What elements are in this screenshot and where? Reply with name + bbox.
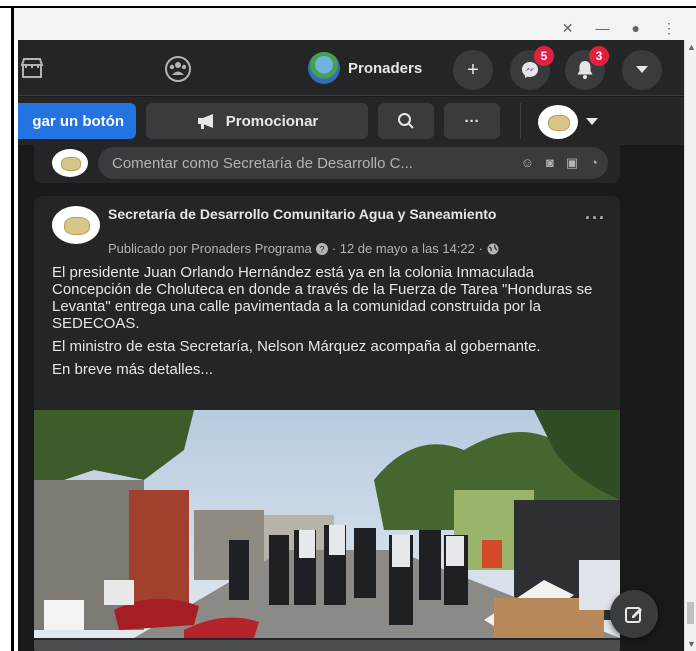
notifications-button[interactable]: 3 — [565, 46, 609, 90]
promote-button[interactable]: Promocionar — [146, 103, 368, 139]
acting-as-switcher[interactable] — [538, 105, 604, 139]
gif-icon[interactable]: ▣ — [566, 155, 578, 171]
page-name: Pronaders — [348, 59, 423, 77]
additional-photos-strip[interactable] — [34, 640, 620, 651]
caret-down-icon — [636, 66, 648, 73]
marketplace-icon[interactable] — [18, 54, 46, 82]
post-paragraph: El ministro de esta Secretaría, Nelson M… — [52, 338, 541, 355]
top-navigation: Pronaders + 5 3 — [18, 40, 684, 96]
facebook-viewport: Pronaders + 5 3 gar un botón Promocionar — [18, 40, 684, 651]
svg-text:?: ? — [319, 244, 324, 254]
toolbar-divider — [520, 103, 521, 139]
compose-icon — [625, 607, 642, 623]
caret-down-icon — [586, 118, 598, 125]
scroll-up-arrow-icon[interactable]: ▲ — [687, 42, 696, 52]
commenter-avatar — [52, 149, 88, 177]
search-button[interactable] — [378, 103, 434, 139]
post-paragraph: En breve más detalles... — [52, 361, 213, 378]
post-options-button[interactable]: ··· — [585, 208, 606, 229]
browser-chrome: ✕ — ● ⋮ — [14, 8, 696, 40]
more-options-button[interactable]: ··· — [444, 103, 500, 139]
account-menu-button[interactable] — [622, 50, 662, 90]
search-icon — [398, 113, 414, 129]
extension-icon[interactable]: ✕ — [562, 20, 574, 37]
kebab-icon[interactable]: ⋮ — [662, 20, 676, 37]
secretaria-seal-avatar — [538, 105, 578, 139]
post-date[interactable]: · 12 de mayo a las 14:22 · — [332, 241, 483, 256]
megaphone-icon — [197, 114, 213, 129]
help-icon[interactable]: ? — [315, 242, 328, 255]
frame-border — [11, 6, 14, 651]
post-meta: Publicado por Pronaders Programa ? · 12 … — [108, 241, 499, 256]
create-button[interactable]: + — [453, 50, 493, 90]
notifications-badge: 3 — [589, 46, 609, 66]
feed-post: Secretaría de Desarrollo Comunitario Agu… — [34, 196, 620, 651]
messenger-button[interactable]: 5 — [510, 46, 554, 90]
comment-composer: Comentar como Secretaría de Desarrollo C… — [34, 145, 620, 183]
post-author[interactable]: Secretaría de Desarrollo Comunitario Agu… — [108, 206, 508, 223]
author-avatar[interactable] — [52, 206, 100, 244]
add-button[interactable]: gar un botón — [18, 103, 136, 139]
post-paragraph: El presidente Juan Orlando Hernández est… — [52, 264, 593, 332]
screenshot-frame: ✕ — ● ⋮ Pronaders + 5 3 gar un botón Pro… — [0, 0, 696, 651]
messenger-badge: 5 — [534, 46, 554, 66]
post-body: El presidente Juan Orlando Hernández est… — [52, 264, 608, 384]
more-options-label: ··· — [464, 112, 480, 130]
scroll-down-arrow-icon[interactable]: ▼ — [687, 639, 696, 649]
promote-label: Promocionar — [225, 112, 319, 130]
scroll-thumb[interactable] — [687, 602, 694, 624]
post-publisher[interactable]: Publicado por Pronaders Programa — [108, 241, 312, 256]
tab-icon[interactable]: — — [596, 20, 610, 37]
profile-icon[interactable]: ● — [632, 20, 640, 37]
page-switcher[interactable]: Pronaders — [306, 50, 432, 86]
page-scrollbar[interactable]: ▲ ▼ — [684, 40, 696, 651]
emoji-icon[interactable]: ☺ — [521, 155, 534, 171]
comment-placeholder: Comentar como Secretaría de Desarrollo C… — [112, 154, 413, 172]
new-message-button[interactable] — [610, 590, 658, 638]
globe-icon — [487, 243, 499, 254]
groups-icon[interactable] — [163, 54, 191, 82]
comment-input[interactable]: Comentar como Secretaría de Desarrollo C… — [98, 147, 608, 179]
camera-icon[interactable]: ◙ — [546, 155, 554, 171]
street-event-photo — [34, 410, 620, 638]
sticker-icon[interactable]: ◔ — [590, 155, 598, 171]
page-avatar — [308, 52, 340, 84]
plus-icon: + — [467, 58, 479, 81]
page-action-bar: gar un botón Promocionar ··· — [18, 97, 684, 145]
add-button-label: gar un botón — [32, 112, 124, 130]
post-photo[interactable] — [34, 410, 620, 638]
